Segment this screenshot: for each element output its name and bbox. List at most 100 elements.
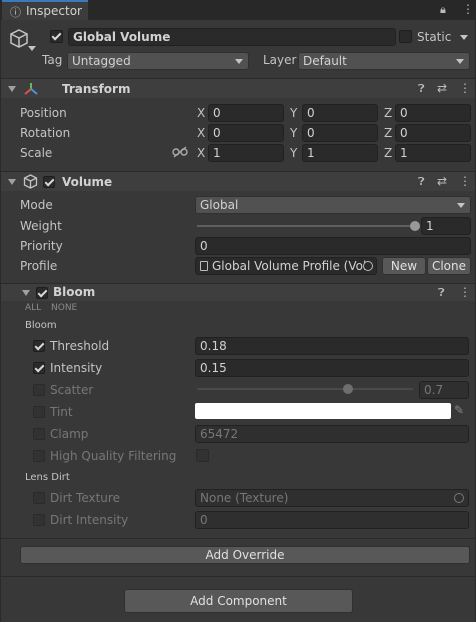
- static-checkbox[interactable]: [399, 30, 412, 43]
- bloom-enabled-checkbox[interactable]: [36, 287, 48, 299]
- none-toggle[interactable]: NONE: [51, 303, 77, 313]
- foldout-arrow-icon[interactable]: [8, 179, 16, 185]
- rotation-z-field[interactable]: 0: [395, 124, 471, 142]
- position-z-field[interactable]: 0: [395, 104, 471, 122]
- axis-x-label[interactable]: X: [197, 106, 205, 120]
- static-dropdown-arrow[interactable]: [460, 35, 468, 40]
- tab-label: Inspector: [26, 4, 82, 18]
- help-icon[interactable]: ❓︎: [418, 175, 425, 189]
- layer-label: Layer: [263, 53, 297, 67]
- layer-dropdown[interactable]: Default: [298, 52, 470, 70]
- tint-label: Tint: [50, 405, 73, 419]
- presets-icon[interactable]: ⇄: [437, 81, 447, 95]
- scale-z-field[interactable]: 1: [395, 144, 471, 162]
- position-label: Position: [20, 106, 67, 120]
- clone-profile-button[interactable]: Clone: [427, 257, 471, 275]
- scatter-label: Scatter: [50, 383, 94, 397]
- intensity-field[interactable]: 0.15: [195, 359, 469, 377]
- tab-bar: ⓘ Inspector 🔒︎ ⋮: [0, 0, 476, 20]
- priority-field[interactable]: 0: [195, 237, 471, 255]
- volume-title: Volume: [62, 175, 113, 189]
- tag-label: Tag: [42, 53, 63, 67]
- add-override-button[interactable]: Add Override: [20, 546, 470, 564]
- axis-y-label[interactable]: Y: [290, 106, 297, 120]
- icon-dropdown-arrow[interactable]: [28, 46, 36, 51]
- profile-value: Global Volume Profile (Volı: [212, 259, 370, 273]
- rotation-y-field[interactable]: 0: [302, 124, 378, 142]
- dirt-intensity-override-checkbox[interactable]: [33, 514, 45, 526]
- axis-y-label[interactable]: Y: [290, 126, 297, 140]
- position-x-field[interactable]: 0: [208, 104, 284, 122]
- foldout-arrow-icon[interactable]: [22, 290, 30, 296]
- clamp-field: 65472: [195, 425, 469, 443]
- axis-x-label[interactable]: X: [197, 126, 205, 140]
- add-component-button[interactable]: Add Component: [124, 589, 353, 613]
- lock-icon[interactable]: 🔒︎: [440, 3, 446, 17]
- dirt-intensity-label: Dirt Intensity: [50, 513, 129, 527]
- scatter-override-checkbox[interactable]: [33, 384, 45, 396]
- tag-value: Untagged: [72, 54, 131, 68]
- tab-inspector[interactable]: ⓘ Inspector: [2, 0, 88, 20]
- window-border-left: [0, 20, 1, 622]
- bloom-header[interactable]: Bloom ❓︎ ⋮: [0, 283, 476, 301]
- profile-object-field[interactable]: Global Volume Profile (Volı: [195, 257, 377, 275]
- scale-y-field[interactable]: 1: [302, 144, 378, 162]
- chevron-down-icon: [456, 59, 464, 64]
- tag-dropdown[interactable]: Untagged: [67, 52, 249, 70]
- intensity-override-checkbox[interactable]: [33, 362, 45, 374]
- scale-x-field[interactable]: 1: [208, 144, 284, 162]
- gameobject-icon: [10, 29, 28, 48]
- bloom-title: Bloom: [53, 285, 96, 299]
- menu-icon[interactable]: ⋮: [459, 174, 471, 188]
- volume-cube-icon: [23, 174, 38, 189]
- position-y-field[interactable]: 0: [302, 104, 378, 122]
- menu-icon[interactable]: ⋮: [459, 285, 471, 299]
- divider: [0, 576, 476, 577]
- hq-filtering-checkbox: [196, 449, 209, 462]
- weight-slider-thumb[interactable]: [410, 221, 420, 231]
- weight-label: Weight: [20, 219, 62, 233]
- menu-icon[interactable]: ⋮: [459, 81, 471, 95]
- tint-override-checkbox[interactable]: [33, 406, 45, 418]
- dirt-texture-override-checkbox[interactable]: [33, 492, 45, 504]
- chevron-down-icon: [457, 203, 465, 208]
- new-profile-button[interactable]: New: [382, 257, 426, 275]
- axis-z-label[interactable]: Z: [384, 106, 392, 120]
- axis-y-label[interactable]: Y: [290, 146, 297, 160]
- clamp-override-checkbox[interactable]: [33, 428, 45, 440]
- axis-z-label[interactable]: Z: [384, 126, 392, 140]
- weight-field[interactable]: 1: [421, 217, 471, 235]
- weight-slider-track[interactable]: [197, 225, 415, 227]
- object-picker-icon: [454, 493, 464, 503]
- rotation-label: Rotation: [20, 126, 71, 140]
- profile-asset-icon: [200, 261, 208, 271]
- help-icon[interactable]: ❓︎: [438, 286, 445, 300]
- object-name-field[interactable]: Global Volume: [68, 28, 396, 46]
- transform-header[interactable]: Transform ❓︎ ⇄ ⋮: [0, 78, 476, 98]
- menu-icon[interactable]: ⋮: [462, 2, 474, 16]
- volume-header[interactable]: Volume ❓︎ ⇄ ⋮: [0, 171, 476, 191]
- profile-label: Profile: [20, 259, 58, 273]
- active-checkbox[interactable]: [50, 30, 63, 43]
- threshold-field[interactable]: 0.18: [195, 337, 469, 355]
- axis-x-label[interactable]: X: [197, 146, 205, 160]
- volume-enabled-checkbox[interactable]: [43, 176, 55, 188]
- transform-title: Transform: [62, 82, 131, 96]
- mode-value: Global: [200, 198, 239, 212]
- all-toggle[interactable]: ALL: [25, 303, 41, 313]
- mode-dropdown[interactable]: Global: [195, 196, 471, 214]
- scatter-slider-thumb: [343, 384, 354, 394]
- foldout-arrow-icon[interactable]: [8, 86, 16, 92]
- axis-z-label[interactable]: Z: [384, 146, 392, 160]
- scatter-field: 0.7: [419, 381, 469, 399]
- constrain-proportions-icon[interactable]: [172, 146, 188, 158]
- layer-value: Default: [303, 54, 347, 68]
- hq-filtering-override-checkbox[interactable]: [33, 450, 45, 462]
- hq-filtering-label: High Quality Filtering: [50, 449, 177, 463]
- help-icon[interactable]: ❓︎: [418, 82, 425, 96]
- priority-label: Priority: [20, 239, 63, 253]
- threshold-override-checkbox[interactable]: [33, 340, 45, 352]
- object-picker-icon[interactable]: [363, 261, 373, 271]
- presets-icon[interactable]: ⇄: [437, 174, 447, 188]
- rotation-x-field[interactable]: 0: [208, 124, 284, 142]
